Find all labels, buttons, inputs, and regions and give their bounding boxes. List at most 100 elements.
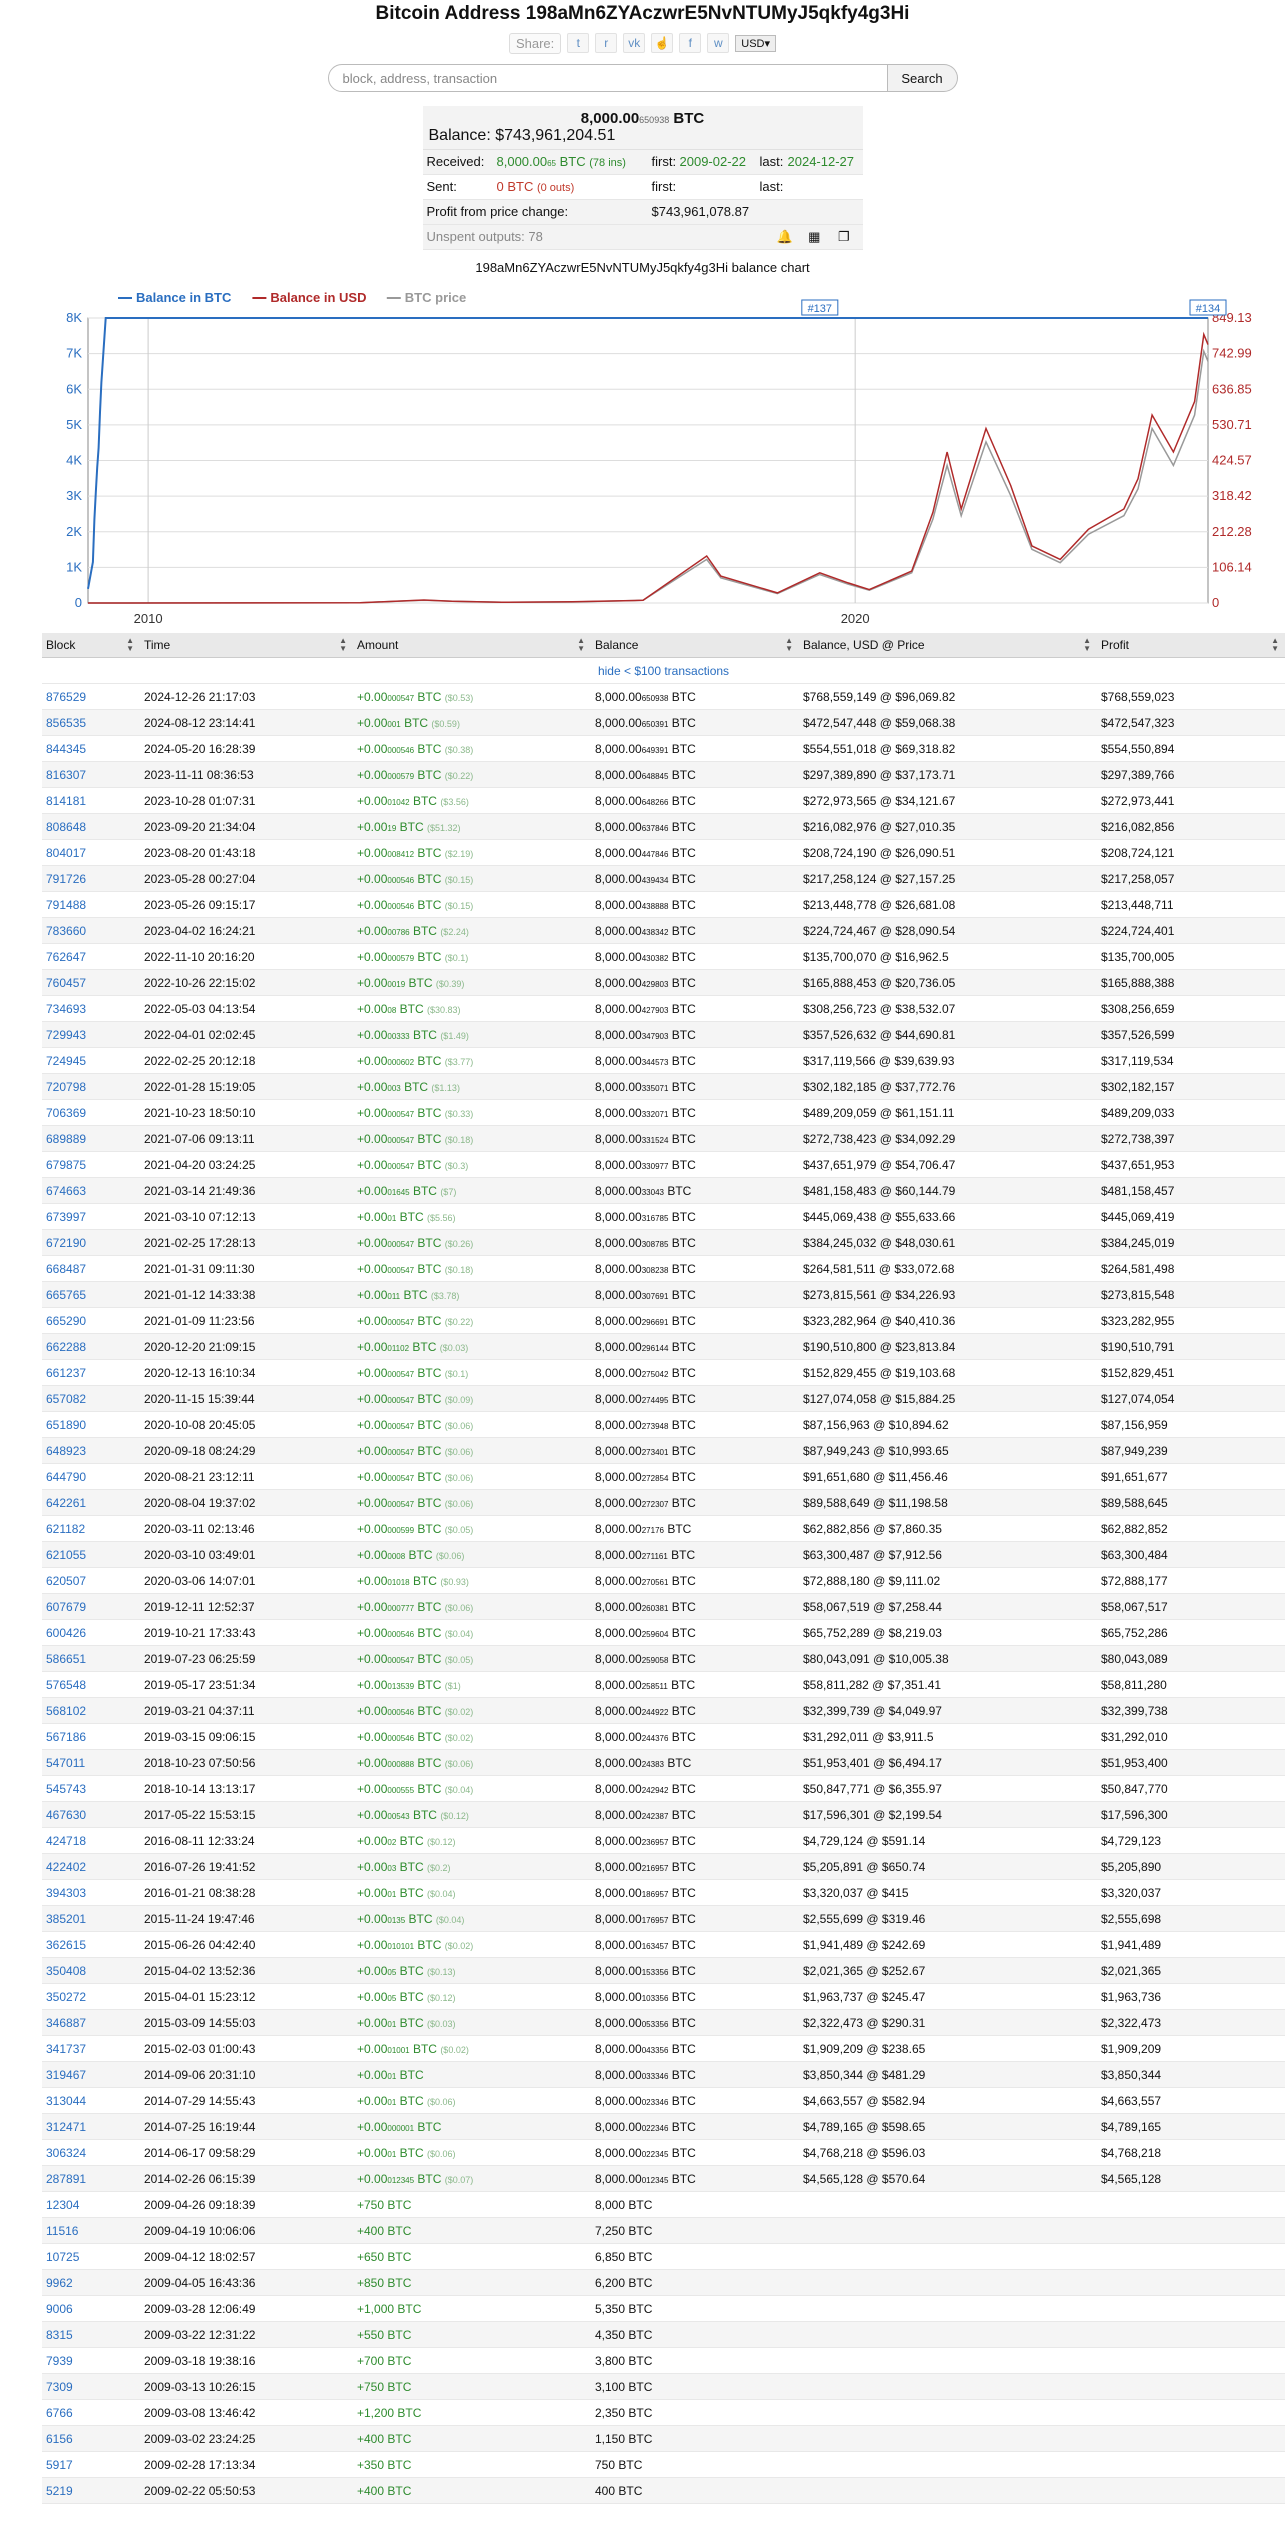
reddit-icon[interactable]: r bbox=[595, 33, 618, 53]
block-link[interactable]: 856535 bbox=[42, 709, 140, 736]
block-link[interactable]: 8315 bbox=[42, 2321, 140, 2348]
search-button[interactable]: Search bbox=[887, 64, 958, 92]
tx-balance-usd bbox=[799, 2217, 1097, 2244]
block-link[interactable]: 5219 bbox=[42, 2477, 140, 2504]
block-link[interactable]: 657082 bbox=[42, 1385, 140, 1412]
block-link[interactable]: 12304 bbox=[42, 2191, 140, 2218]
block-link[interactable]: 287891 bbox=[42, 2165, 140, 2192]
block-link[interactable]: 644790 bbox=[42, 1463, 140, 1490]
block-link[interactable]: 576548 bbox=[42, 1671, 140, 1698]
block-link[interactable]: 673997 bbox=[42, 1203, 140, 1230]
block-link[interactable]: 760457 bbox=[42, 969, 140, 996]
tx-balance-usd: $384,245,032 @ $48,030.61 bbox=[799, 1229, 1097, 1256]
block-link[interactable]: 648923 bbox=[42, 1437, 140, 1464]
twitter-icon[interactable]: t bbox=[567, 33, 590, 53]
block-link[interactable]: 350408 bbox=[42, 1957, 140, 1984]
block-link[interactable]: 662288 bbox=[42, 1333, 140, 1360]
block-link[interactable]: 9006 bbox=[42, 2295, 140, 2322]
col-balance-usd[interactable]: Balance, USD @ Price ▲ ▼ bbox=[799, 633, 1097, 658]
block-link[interactable]: 467630 bbox=[42, 1801, 140, 1828]
block-link[interactable]: 319467 bbox=[42, 2061, 140, 2088]
tx-balance: 8,000.00650391 BTC bbox=[591, 709, 799, 736]
block-link[interactable]: 808648 bbox=[42, 813, 140, 840]
block-link[interactable]: 668487 bbox=[42, 1255, 140, 1282]
block-link[interactable]: 6766 bbox=[42, 2399, 140, 2426]
block-link[interactable]: 642261 bbox=[42, 1489, 140, 1516]
hide-small-tx-link[interactable]: hide < $100 transactions bbox=[42, 657, 1285, 684]
qr-code-icon[interactable]: ▦ bbox=[800, 225, 829, 249]
block-link[interactable]: 424718 bbox=[42, 1827, 140, 1854]
table-row: 651890 2020-10-08 20:45:05 +0.00000547 BTC… bbox=[42, 1411, 1285, 1438]
table-row: 808648 2023-09-20 21:34:04 +0.0019 BTC ($5… bbox=[42, 813, 1285, 840]
block-link[interactable]: 6156 bbox=[42, 2425, 140, 2452]
block-link[interactable]: 621182 bbox=[42, 1515, 140, 1542]
search-input[interactable]: block, address, transaction bbox=[327, 64, 888, 92]
block-link[interactable]: 350272 bbox=[42, 1983, 140, 2010]
table-row: 5917 2009-02-28 17:13:34 +350 BTC 750 BTC bbox=[42, 2451, 1285, 2478]
block-link[interactable]: 545743 bbox=[42, 1775, 140, 1802]
block-link[interactable]: 814181 bbox=[42, 787, 140, 814]
block-link[interactable]: 586651 bbox=[42, 1645, 140, 1672]
block-link[interactable]: 791726 bbox=[42, 865, 140, 892]
block-link[interactable]: 547011 bbox=[42, 1749, 140, 1776]
block-link[interactable]: 385201 bbox=[42, 1905, 140, 1932]
vk-icon[interactable]: vk bbox=[623, 33, 646, 53]
block-link[interactable]: 346887 bbox=[42, 2009, 140, 2036]
block-link[interactable]: 665290 bbox=[42, 1307, 140, 1334]
block-link[interactable]: 783660 bbox=[42, 917, 140, 944]
currency-select[interactable]: USD▾ bbox=[735, 34, 777, 52]
col-amount[interactable]: Amount ▲ ▼ bbox=[353, 633, 591, 658]
block-link[interactable]: 720798 bbox=[42, 1073, 140, 1100]
block-link[interactable]: 11516 bbox=[42, 2217, 140, 2244]
block-link[interactable]: 394303 bbox=[42, 1879, 140, 1906]
copy-icon[interactable]: ❐ bbox=[829, 225, 858, 249]
block-link[interactable]: 679875 bbox=[42, 1151, 140, 1178]
block-link[interactable]: 568102 bbox=[42, 1697, 140, 1724]
col-profit[interactable]: Profit ▲ ▼ bbox=[1097, 633, 1285, 658]
block-link[interactable]: 724945 bbox=[42, 1047, 140, 1074]
block-link[interactable]: 9962 bbox=[42, 2269, 140, 2296]
block-link[interactable]: 7309 bbox=[42, 2373, 140, 2400]
block-link[interactable]: 312471 bbox=[42, 2113, 140, 2140]
block-link[interactable]: 7939 bbox=[42, 2347, 140, 2374]
tx-profit bbox=[1097, 2347, 1285, 2374]
block-link[interactable]: 706369 bbox=[42, 1099, 140, 1126]
block-link[interactable]: 651890 bbox=[42, 1411, 140, 1438]
block-link[interactable]: 804017 bbox=[42, 839, 140, 866]
weibo-icon[interactable]: w bbox=[707, 33, 730, 53]
block-link[interactable]: 620507 bbox=[42, 1567, 140, 1594]
block-link[interactable]: 674663 bbox=[42, 1177, 140, 1204]
col-balance[interactable]: Balance ▲ ▼ bbox=[591, 633, 799, 658]
block-link[interactable]: 621055 bbox=[42, 1541, 140, 1568]
block-link[interactable]: 734693 bbox=[42, 995, 140, 1022]
block-link[interactable]: 10725 bbox=[42, 2243, 140, 2270]
block-link[interactable]: 791488 bbox=[42, 891, 140, 918]
block-link[interactable]: 665765 bbox=[42, 1281, 140, 1308]
bell-icon[interactable]: 🔔 bbox=[770, 225, 799, 249]
block-link[interactable]: 306324 bbox=[42, 2139, 140, 2166]
block-link[interactable]: 607679 bbox=[42, 1593, 140, 1620]
block-link[interactable]: 876529 bbox=[42, 683, 140, 710]
tx-profit bbox=[1097, 2399, 1285, 2426]
facebook-icon[interactable]: f bbox=[679, 33, 702, 53]
block-link[interactable]: 5917 bbox=[42, 2451, 140, 2478]
block-link[interactable]: 689889 bbox=[42, 1125, 140, 1152]
block-link[interactable]: 762647 bbox=[42, 943, 140, 970]
block-link[interactable]: 422402 bbox=[42, 1853, 140, 1880]
table-row: 816307 2023-11-11 08:36:53 +0.00000579 BTC… bbox=[42, 761, 1285, 788]
col-block[interactable]: Block ▲ ▼ bbox=[42, 633, 140, 658]
block-link[interactable]: 672190 bbox=[42, 1229, 140, 1256]
like-icon[interactable]: ☝ bbox=[651, 33, 674, 53]
block-link[interactable]: 729943 bbox=[42, 1021, 140, 1048]
block-link[interactable]: 313044 bbox=[42, 2087, 140, 2114]
block-link[interactable]: 362615 bbox=[42, 1931, 140, 1958]
block-link[interactable]: 844345 bbox=[42, 735, 140, 762]
block-link[interactable]: 567186 bbox=[42, 1723, 140, 1750]
col-time[interactable]: Time ▲ ▼ bbox=[140, 633, 353, 658]
block-link[interactable]: 600426 bbox=[42, 1619, 140, 1646]
tx-profit: $63,300,484 bbox=[1097, 1541, 1285, 1568]
tx-time: 2020-03-06 14:07:01 bbox=[140, 1567, 353, 1594]
block-link[interactable]: 341737 bbox=[42, 2035, 140, 2062]
block-link[interactable]: 816307 bbox=[42, 761, 140, 788]
block-link[interactable]: 661237 bbox=[42, 1359, 140, 1386]
